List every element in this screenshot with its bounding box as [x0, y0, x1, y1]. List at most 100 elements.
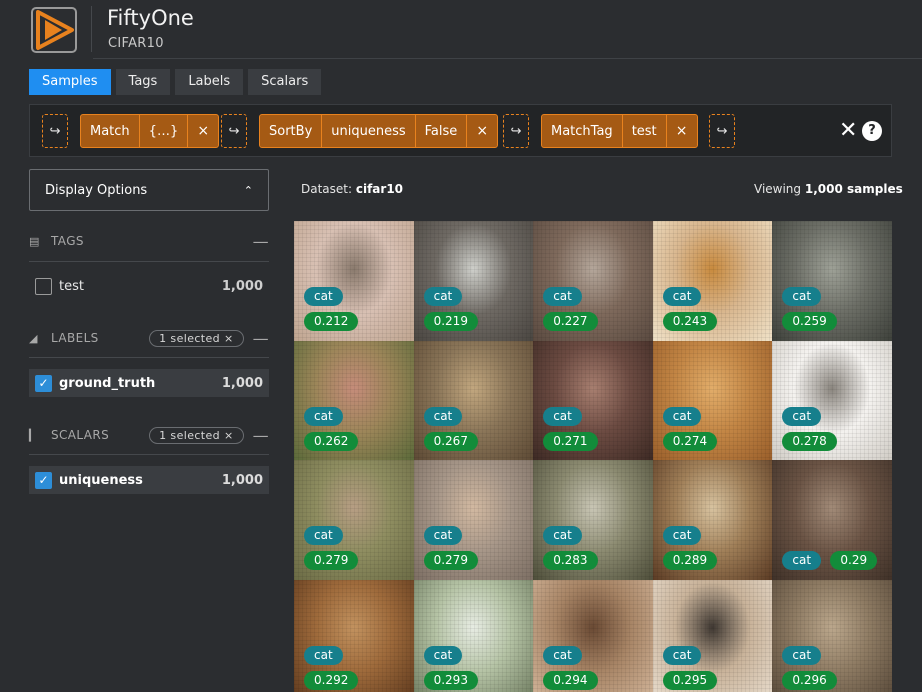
tab-samples[interactable]: Samples	[29, 69, 111, 95]
uniqueness-badge: 0.271	[543, 431, 598, 451]
uniqueness-badge: 0.243	[662, 312, 718, 331]
sample-tile[interactable]: cat 0.274	[652, 340, 773, 460]
section-title: SCALARS	[51, 428, 110, 442]
checkbox-checked[interactable]: ✓	[35, 471, 52, 489]
sample-tile[interactable]: cat 0.262	[294, 340, 414, 460]
uniqueness-badge: 0.293	[423, 670, 478, 690]
filter-count: 1,000	[221, 375, 263, 391]
stage-param[interactable]: test	[623, 115, 667, 147]
sample-tile[interactable]: cat 0.293	[413, 579, 534, 692]
labels-section-header: ◢ LABELS 1 selected × —	[29, 327, 269, 349]
sample-tile[interactable]: cat 0.212	[294, 221, 414, 341]
header-divider	[91, 6, 92, 52]
add-stage-button[interactable]: ↪	[503, 114, 529, 148]
header-rule	[93, 58, 922, 59]
view-tabs: Samples Tags Labels Scalars	[29, 69, 322, 95]
ground-truth-badge: cat	[543, 645, 582, 665]
ground-truth-badge: cat	[782, 645, 822, 665]
ground-truth-badge: cat	[304, 287, 343, 306]
sample-tile[interactable]: cat 0.259	[772, 221, 892, 341]
uniqueness-badge: 0.212	[304, 312, 359, 331]
scalar-filter-row[interactable]: ✓ uniqueness 1,000	[29, 466, 269, 494]
sample-tile[interactable]: cat 0.292	[294, 579, 414, 692]
sample-tile[interactable]: cat 0.267	[413, 340, 534, 460]
ground-truth-badge: cat	[423, 526, 463, 545]
sample-tile[interactable]: cat 0.283	[533, 460, 653, 580]
sample-tile[interactable]: cat 0.278	[772, 340, 892, 460]
selected-count-pill[interactable]: 1 selected ×	[149, 329, 244, 347]
label-tag-icon: ◢	[29, 331, 38, 345]
sample-tile[interactable]: cat 0.271	[533, 340, 653, 460]
fiftyone-logo-icon[interactable]	[28, 4, 80, 56]
uniqueness-badge: 0.278	[782, 431, 837, 451]
sample-tile[interactable]: cat 0.294	[533, 579, 653, 692]
sample-tile[interactable]: cat 0.279	[413, 460, 534, 580]
chevron-up-icon: ⌃	[243, 183, 253, 197]
scalars-section-header: ▎ SCALARS 1 selected × —	[29, 424, 269, 446]
stage-name[interactable]: SortBy	[260, 115, 323, 147]
uniqueness-badge: 0.227	[543, 312, 598, 331]
ground-truth-badge: cat	[782, 551, 822, 570]
collapse-icon[interactable]: —	[253, 426, 269, 445]
ground-truth-badge: cat	[423, 406, 463, 426]
tab-scalars[interactable]: Scalars	[248, 69, 322, 95]
sample-tile[interactable]: cat 0.29	[772, 460, 892, 580]
sample-grid: cat 0.212 cat 0.219 cat 0.227 cat 0.243 cat 0.259…	[294, 221, 892, 692]
bar-chart-icon: ▎	[29, 428, 38, 442]
help-icon[interactable]: ?	[862, 121, 882, 141]
checkbox[interactable]	[35, 277, 52, 295]
sample-tile[interactable]: cat 0.243	[652, 221, 773, 341]
filter-label: uniqueness	[59, 472, 143, 488]
uniqueness-badge: 0.29	[830, 551, 878, 570]
uniqueness-badge: 0.259	[782, 312, 837, 331]
tab-labels[interactable]: Labels	[175, 69, 244, 95]
stage-param[interactable]: {…}	[140, 115, 189, 147]
sample-tile[interactable]: cat 0.219	[413, 221, 534, 341]
stage-matchtag: MatchTag test ×	[541, 114, 698, 148]
collapse-icon[interactable]: —	[253, 329, 269, 348]
sample-tile[interactable]: cat 0.295	[652, 579, 773, 692]
sample-count-label: Viewing 1,000 samples	[754, 182, 903, 196]
stage-name[interactable]: MatchTag	[542, 115, 623, 147]
stage-param[interactable]: uniqueness	[322, 115, 416, 147]
clear-view-icon[interactable]: ✕	[839, 119, 857, 143]
uniqueness-badge: 0.279	[304, 551, 359, 570]
selected-count-pill[interactable]: 1 selected ×	[149, 426, 244, 444]
uniqueness-badge: 0.283	[543, 551, 598, 570]
uniqueness-badge: 0.289	[662, 551, 718, 570]
image-icon: ▤	[29, 234, 40, 248]
filter-label: ground_truth	[59, 375, 156, 391]
remove-stage-button[interactable]: ×	[467, 115, 497, 147]
label-filter-row[interactable]: ✓ ground_truth 1,000	[29, 369, 269, 397]
filter-count: 1,000	[221, 278, 263, 294]
tab-tags[interactable]: Tags	[115, 69, 171, 95]
add-stage-button[interactable]: ↪	[42, 114, 68, 148]
add-stage-button[interactable]: ↪	[709, 114, 735, 148]
dataset-name-label: Dataset: cifar10	[301, 182, 404, 196]
display-options-button[interactable]: Display Options ⌃	[29, 169, 269, 211]
uniqueness-badge: 0.262	[304, 431, 359, 451]
stage-match: Match {…} ×	[80, 114, 220, 148]
ground-truth-badge: cat	[782, 406, 822, 426]
uniqueness-badge: 0.296	[782, 670, 837, 690]
uniqueness-badge: 0.294	[543, 670, 598, 690]
ground-truth-badge: cat	[662, 287, 702, 306]
sample-tile[interactable]: cat 0.227	[533, 221, 653, 341]
add-stage-button[interactable]: ↪	[221, 114, 247, 148]
collapse-icon[interactable]: —	[253, 232, 269, 251]
sample-tile[interactable]: cat 0.279	[294, 460, 414, 580]
ground-truth-badge: cat	[662, 406, 702, 426]
remove-stage-button[interactable]: ×	[667, 115, 697, 147]
ground-truth-badge: cat	[543, 406, 582, 426]
ground-truth-badge: cat	[543, 287, 582, 306]
stage-name[interactable]: Match	[81, 115, 140, 147]
sample-tile[interactable]: cat 0.289	[652, 460, 773, 580]
tag-filter-row[interactable]: test 1,000	[29, 272, 269, 300]
uniqueness-badge: 0.219	[423, 312, 478, 331]
checkbox-checked[interactable]: ✓	[35, 374, 52, 392]
sample-tile[interactable]: cat 0.296	[772, 579, 892, 692]
ground-truth-badge: cat	[423, 645, 463, 665]
stage-param[interactable]: False	[416, 115, 468, 147]
section-divider	[29, 261, 269, 262]
remove-stage-button[interactable]: ×	[188, 115, 218, 147]
